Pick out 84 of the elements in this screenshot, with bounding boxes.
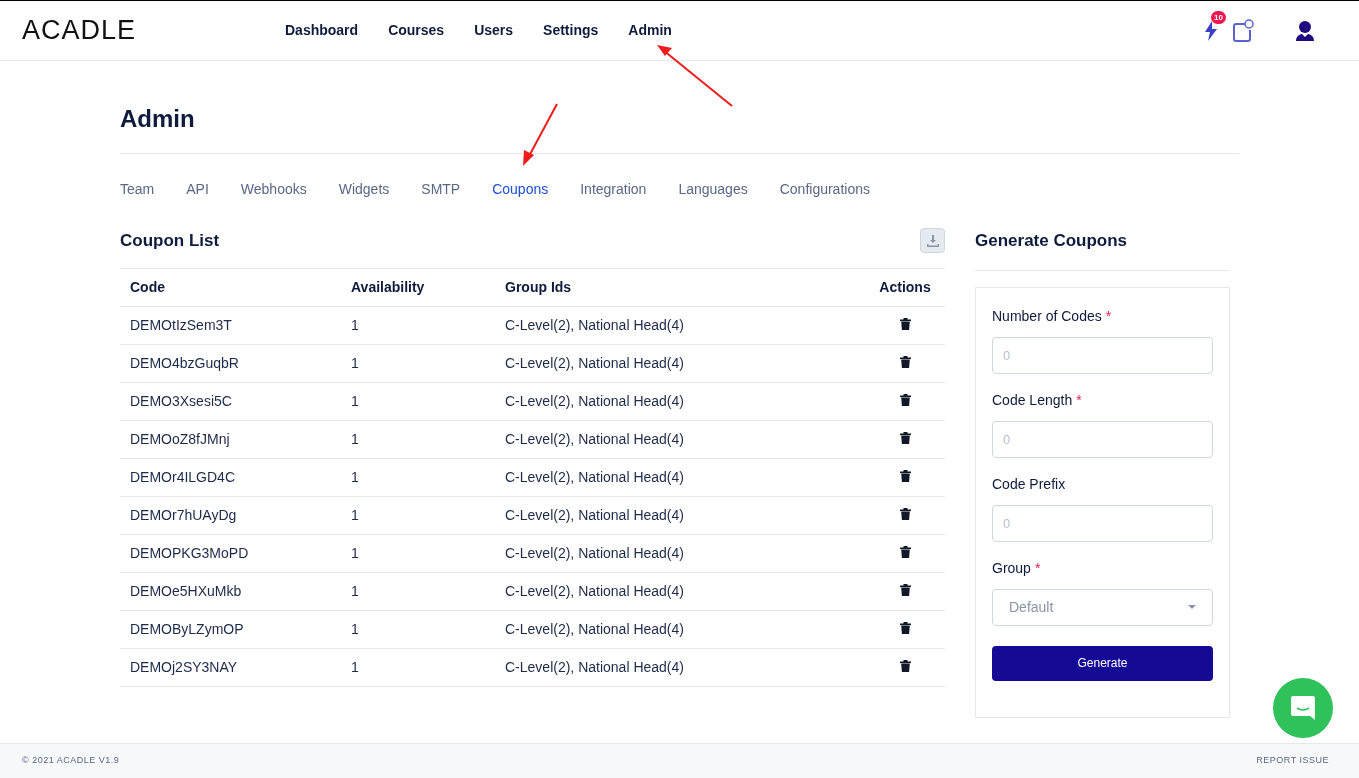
logo[interactable]: ACADLE	[22, 10, 285, 51]
trash-icon[interactable]	[899, 584, 911, 596]
input-field[interactable]: 0	[992, 420, 1213, 458]
copyright-text: © 2021 ACADLE V1.9	[22, 754, 120, 768]
page-title: Admin	[120, 101, 1239, 154]
table-cell: DEMOtIzSem3T	[120, 306, 341, 345]
section-title: Generate Coupons	[975, 228, 1230, 271]
group-select[interactable]: Default	[992, 588, 1213, 626]
trash-icon[interactable]	[899, 394, 911, 406]
table-cell: DEMOr4ILGD4C	[120, 458, 341, 497]
tab[interactable]: Webhooks	[240, 179, 307, 200]
nav-link[interactable]: Courses	[388, 20, 445, 41]
field-label: Code Prefix	[992, 474, 1066, 494]
input-field[interactable]: 0	[992, 504, 1213, 542]
table-cell: DEMOPKG3MoPD	[120, 534, 341, 573]
nav-link[interactable]: Dashboard	[285, 20, 359, 41]
column-header: Group Ids	[495, 268, 865, 307]
table-cell: C-Level(2), National Head(4)	[495, 572, 865, 611]
table-cell: C-Level(2), National Head(4)	[495, 458, 865, 497]
tab[interactable]: Configurations	[779, 179, 870, 200]
field-label: Number of Codes	[992, 306, 1102, 326]
field-label: Group	[992, 558, 1031, 578]
table-cell: DEMOByLZymOP	[120, 610, 341, 649]
table-cell: C-Level(2), National Head(4)	[495, 344, 865, 383]
generate-button[interactable]: Generate	[992, 645, 1213, 681]
trash-icon[interactable]	[899, 508, 911, 520]
table-cell: 1	[341, 572, 495, 611]
notification-badge: 10	[1211, 10, 1226, 24]
table-cell: C-Level(2), National Head(4)	[495, 420, 865, 459]
tab[interactable]: Languages	[678, 179, 748, 200]
tab[interactable]: Team	[120, 179, 155, 200]
input-field[interactable]: 0	[992, 336, 1213, 374]
column-header: Actions	[865, 268, 945, 307]
user-avatar-icon[interactable]	[1295, 19, 1315, 42]
required-mark: *	[1076, 390, 1082, 410]
table-cell: 1	[341, 610, 495, 649]
table-cell: DEMOj2SY3NAY	[120, 648, 341, 687]
table-cell: 1	[341, 496, 495, 535]
table-cell: DEMO3Xsesi5C	[120, 382, 341, 421]
tab[interactable]: Integration	[580, 179, 647, 200]
trash-icon[interactable]	[899, 318, 911, 330]
tab[interactable]: Coupons	[492, 179, 549, 200]
table-cell: C-Level(2), National Head(4)	[495, 306, 865, 345]
trash-icon[interactable]	[899, 470, 911, 482]
table-cell: C-Level(2), National Head(4)	[495, 534, 865, 573]
table-cell: DEMO4bzGuqbR	[120, 344, 341, 383]
table-cell: DEMOoZ8fJMnj	[120, 420, 341, 459]
trash-icon[interactable]	[899, 622, 911, 634]
field-label: Code Length	[992, 390, 1073, 410]
tab[interactable]: Widgets	[338, 179, 390, 200]
trash-icon[interactable]	[899, 546, 911, 558]
table-cell: 1	[341, 306, 495, 345]
table-cell: C-Level(2), National Head(4)	[495, 610, 865, 649]
table-cell: 1	[341, 344, 495, 383]
table-cell: 1	[341, 458, 495, 497]
tab[interactable]: API	[186, 179, 209, 200]
table-cell: C-Level(2), National Head(4)	[495, 648, 865, 687]
report-issue-link[interactable]: REPORT ISSUE	[1256, 754, 1329, 768]
chat-icon	[1289, 694, 1317, 722]
required-mark: *	[1034, 558, 1041, 578]
square-dot-icon[interactable]	[1231, 18, 1255, 43]
trash-icon[interactable]	[899, 356, 911, 368]
nav-link[interactable]: Users	[474, 20, 514, 41]
required-mark: *	[1105, 306, 1112, 326]
table-cell: 1	[341, 382, 495, 421]
column-header: Availability	[341, 268, 495, 307]
trash-icon[interactable]	[899, 432, 911, 444]
download-button[interactable]	[920, 228, 945, 254]
download-icon	[926, 234, 939, 247]
tab[interactable]: SMTP	[421, 179, 461, 200]
caret-icon	[1188, 605, 1196, 609]
table-cell: 1	[341, 648, 495, 687]
column-header: Code	[120, 268, 341, 307]
table-cell: 1	[341, 420, 495, 459]
section-title: Coupon List	[120, 230, 220, 252]
trash-icon[interactable]	[899, 660, 911, 672]
table-cell: C-Level(2), National Head(4)	[495, 382, 865, 421]
nav-link[interactable]: Admin	[628, 20, 672, 41]
table-cell: C-Level(2), National Head(4)	[495, 496, 865, 535]
table-cell: DEMOr7hUAyDg	[120, 496, 341, 535]
nav-link[interactable]: Settings	[543, 20, 599, 41]
lightning-icon[interactable]	[1205, 20, 1217, 41]
table-cell: 1	[341, 534, 495, 573]
table-cell: DEMOe5HXuMkb	[120, 572, 341, 611]
